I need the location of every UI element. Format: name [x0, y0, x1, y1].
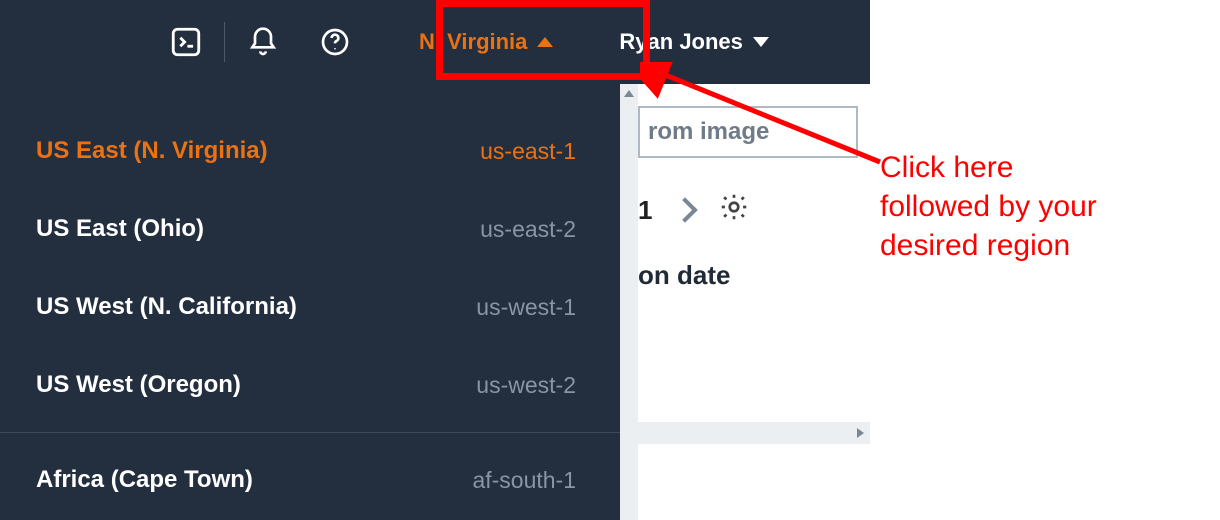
account-menu-label: Ryan Jones [619, 29, 743, 55]
region-selector-label: N. Virginia [419, 29, 527, 55]
region-option-us-east-1[interactable]: US East (N. Virginia) us-east-1 [0, 112, 620, 190]
notifications-icon[interactable] [227, 0, 299, 84]
pager-row: 1 [638, 180, 870, 240]
settings-gear-button[interactable] [718, 191, 750, 230]
caret-down-icon [753, 37, 769, 47]
account-menu-button[interactable]: Ryan Jones [591, 0, 797, 84]
region-option-code: af-south-1 [472, 467, 576, 494]
annotation-line: Click here [880, 148, 1210, 187]
cloudshell-icon[interactable] [150, 0, 222, 84]
region-option-code: us-east-1 [480, 138, 576, 165]
region-option-name: Africa (Cape Town) [36, 466, 253, 494]
region-option-us-east-2[interactable]: US East (Ohio) us-east-2 [0, 190, 620, 268]
region-group-divider [0, 432, 620, 433]
content-area: rom image 1 on date [638, 84, 870, 444]
nav-divider [224, 22, 225, 62]
column-header-creation-date[interactable]: on date [638, 260, 730, 291]
annotation-line: desired region [880, 226, 1210, 265]
region-option-code: us-west-2 [476, 372, 576, 399]
dropdown-scrollbar[interactable] [620, 84, 638, 520]
region-option-name: US East (Ohio) [36, 215, 204, 243]
launch-from-image-button[interactable]: rom image [638, 106, 858, 158]
top-nav-bar: N. Virginia Ryan Jones [0, 0, 870, 84]
launch-from-image-label: rom image [648, 118, 769, 146]
caret-up-icon [537, 37, 553, 47]
page-number: 1 [638, 195, 652, 226]
region-option-af-south-1[interactable]: Africa (Cape Town) af-south-1 [0, 441, 620, 519]
region-selector-button[interactable]: N. Virginia [391, 0, 581, 84]
region-option-name: US East (N. Virginia) [36, 137, 268, 165]
region-option-code: us-east-2 [480, 216, 576, 243]
scroll-up-icon [624, 90, 634, 97]
region-option-us-west-2[interactable]: US West (Oregon) us-west-2 [0, 346, 620, 424]
region-option-code: us-west-1 [476, 294, 576, 321]
help-icon[interactable] [299, 0, 371, 84]
region-option-name: US West (N. California) [36, 293, 297, 321]
region-dropdown-panel: US East (N. Virginia) us-east-1 US East … [0, 84, 620, 520]
annotation-text: Click here followed by your desired regi… [880, 148, 1210, 265]
annotation-line: followed by your [880, 187, 1210, 226]
region-option-name: US West (Oregon) [36, 371, 241, 399]
chevron-right-icon[interactable] [673, 197, 698, 222]
scroll-right-icon [857, 428, 864, 438]
horizontal-scrollbar[interactable] [638, 422, 870, 444]
region-option-us-west-1[interactable]: US West (N. California) us-west-1 [0, 268, 620, 346]
